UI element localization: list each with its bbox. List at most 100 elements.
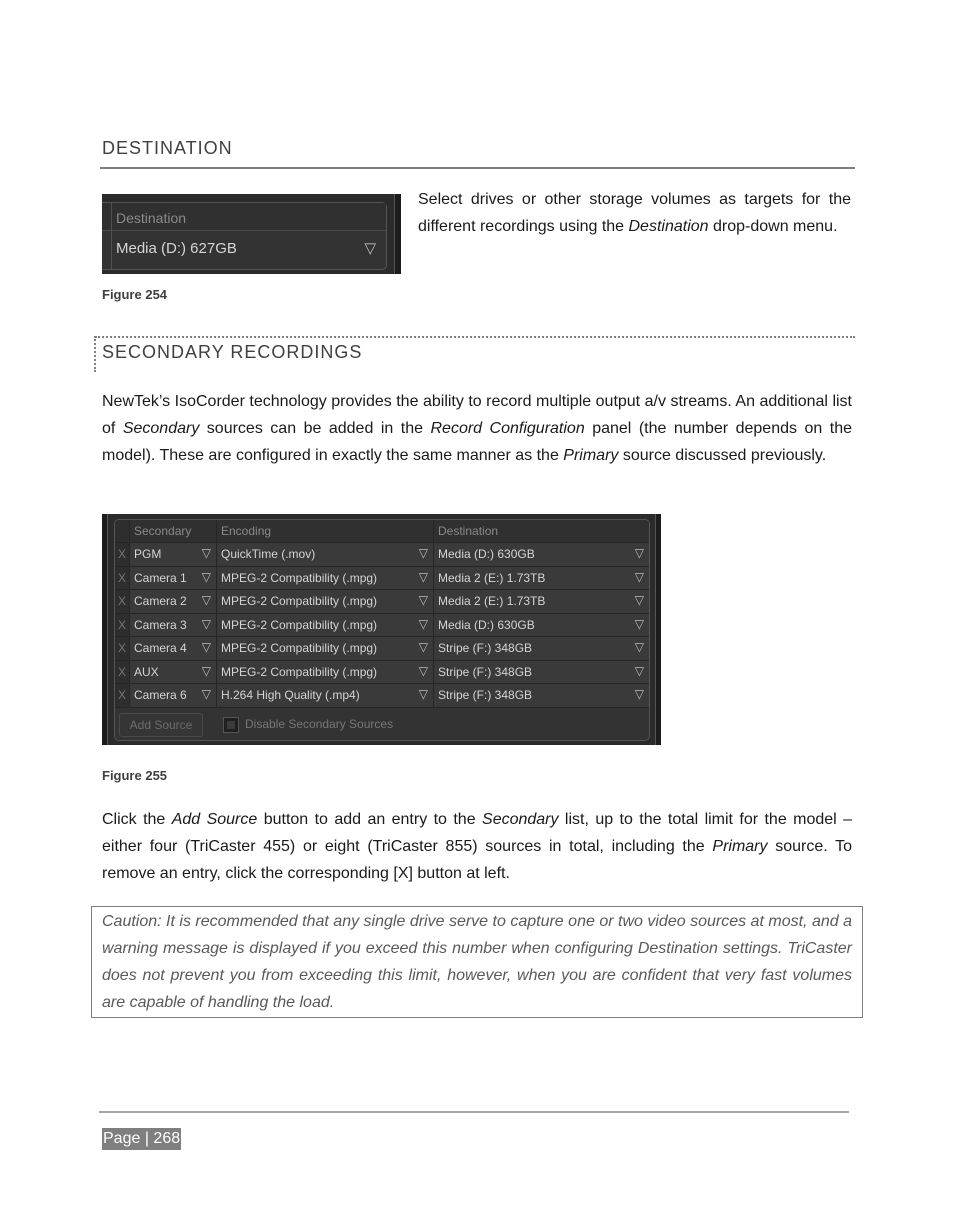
destination-header-label: Destination <box>116 210 187 226</box>
triangle-down-icon[interactable]: ▽ <box>419 640 428 654</box>
destination-value: Stripe (F:) 348GB <box>438 641 533 655</box>
triangle-down-icon[interactable]: ▽ <box>419 687 428 701</box>
figure-254-destination-panel: Destination Media (D:) 627GB ▽ <box>102 194 401 274</box>
emphasis-text: Secondary <box>122 420 200 437</box>
encoding-value: QuickTime (.mov) <box>221 547 316 561</box>
encoding-value: MPEG-2 Compatibility (.mpg) <box>221 664 378 679</box>
source-dropdown[interactable]: Camera 3 ▽ <box>130 613 217 636</box>
destination-dropdown[interactable]: Media 2 (E:) 1.73TB ▽ <box>434 567 649 590</box>
panel-edge-left <box>102 514 108 745</box>
source-dropdown[interactable]: Camera 4 ▽ <box>130 637 217 660</box>
destination-heading: DESTINATION <box>102 138 233 158</box>
triangle-down-icon[interactable]: ▽ <box>419 570 428 584</box>
triangle-down-icon[interactable]: ▽ <box>202 617 211 631</box>
triangle-down-icon[interactable]: ▽ <box>419 617 428 631</box>
emphasis-text: Add Source <box>171 811 258 828</box>
secondary-recordings-heading: SECONDARY RECORDINGS <box>102 342 363 362</box>
triangle-down-icon[interactable]: ▽ <box>635 570 644 584</box>
encoding-dropdown[interactable]: MPEG-2 Compatibility (.mpg) ▽ <box>217 590 434 613</box>
encoding-dropdown[interactable]: QuickTime (.mov) ▽ <box>217 543 434 566</box>
triangle-down-icon[interactable]: ▽ <box>635 664 644 678</box>
encoding-value: MPEG-2 Compatibility (.mpg) <box>221 570 378 585</box>
column-separator <box>111 203 112 269</box>
triangle-down-icon[interactable]: ▽ <box>419 664 428 678</box>
source-dropdown[interactable]: Camera 1 ▽ <box>130 566 217 589</box>
remove-source-button[interactable]: X <box>115 613 130 636</box>
remove-source-button[interactable]: X <box>115 590 130 613</box>
destination-value: Stripe (F:) 348GB <box>438 688 533 702</box>
secondary-panel: Secondary Encoding Destination X PGM ▽ Quic… <box>114 519 650 741</box>
triangle-down-icon[interactable]: ▽ <box>202 640 211 654</box>
caution-box: Caution: It is recommended that any sing… <box>91 906 863 1018</box>
triangle-down-icon[interactable]: ▽ <box>202 570 211 584</box>
remove-source-button[interactable]: X <box>115 543 130 566</box>
page-number: Page | 268 <box>102 1128 182 1150</box>
destination-dropdown[interactable]: Media (D:) 630GB ▽ <box>434 543 649 566</box>
triangle-down-icon[interactable]: ▽ <box>364 239 376 257</box>
table-row: X AUX ▽ MPEG-2 Compatibility (.mpg) ▽ Stripe … <box>115 660 649 684</box>
figure-255-secondary-table: Secondary Encoding Destination X PGM ▽ Quic… <box>102 514 661 745</box>
destination-dropdown-value: Media (D:) 627GB <box>116 240 237 257</box>
body-text: source discussed previously. <box>618 447 827 464</box>
source-value: Camera 2 <box>134 594 187 608</box>
source-dropdown[interactable]: Camera 2 ▽ <box>130 590 217 613</box>
destination-dropdown[interactable]: Stripe (F:) 348GB ▽ <box>434 684 649 707</box>
triangle-down-icon[interactable]: ▽ <box>202 546 211 560</box>
source-value: PGM <box>134 547 162 561</box>
triangle-down-icon[interactable]: ▽ <box>635 617 644 631</box>
disable-secondary-checkbox[interactable] <box>223 717 239 733</box>
add-source-paragraph: Click the Add Source button to add an en… <box>102 806 852 887</box>
remove-source-button[interactable]: X <box>115 637 130 660</box>
destination-value: Media (D:) 630GB <box>438 547 535 561</box>
destination-dropdown[interactable]: Stripe (F:) 348GB ▽ <box>434 637 649 660</box>
source-value: Camera 1 <box>134 570 187 585</box>
table-row: X Camera 3 ▽ MPEG-2 Compatibility (.mpg) ▽ Me… <box>115 613 649 637</box>
table-row: X Camera 2 ▽ MPEG-2 Compatibility (.mpg) ▽ Me… <box>115 590 649 614</box>
triangle-down-icon[interactable]: ▽ <box>635 687 644 701</box>
add-source-button[interactable]: Add Source <box>119 713 203 737</box>
destination-dropdown[interactable]: Media (D:) 630GB ▽ <box>434 614 649 637</box>
remove-source-button[interactable]: X <box>115 684 130 707</box>
triangle-down-icon[interactable]: ▽ <box>635 640 644 654</box>
triangle-down-icon[interactable]: ▽ <box>419 593 428 607</box>
remove-source-button[interactable]: X <box>115 566 130 589</box>
emphasis-text: Record Configuration <box>430 420 585 437</box>
triangle-down-icon[interactable]: ▽ <box>202 687 211 701</box>
header-blank <box>115 520 130 542</box>
destination-dropdown[interactable]: Stripe (F:) 348GB ▽ <box>434 661 649 684</box>
encoding-dropdown[interactable]: H.264 High Quality (.mp4) ▽ <box>217 684 434 707</box>
triangle-down-icon[interactable]: ▽ <box>202 664 211 678</box>
table-footer: Add Source Disable Secondary Sources <box>115 710 649 740</box>
destination-value: Media 2 (E:) 1.73TB <box>438 570 546 585</box>
source-value: Camera 4 <box>134 641 187 655</box>
encoding-value: MPEG-2 Compatibility (.mpg) <box>221 641 378 655</box>
encoding-dropdown[interactable]: MPEG-2 Compatibility (.mpg) ▽ <box>217 660 434 683</box>
triangle-down-icon[interactable]: ▽ <box>635 593 644 607</box>
triangle-down-icon[interactable]: ▽ <box>635 546 644 560</box>
triangle-down-icon[interactable]: ▽ <box>202 593 211 607</box>
remove-source-button[interactable]: X <box>115 660 130 683</box>
triangle-down-icon[interactable]: ▽ <box>419 546 428 560</box>
destination-value: Stripe (F:) 348GB <box>438 664 533 679</box>
source-value: Camera 3 <box>134 617 187 632</box>
emphasis-text: Secondary <box>482 811 559 828</box>
encoding-dropdown[interactable]: MPEG-2 Compatibility (.mpg) ▽ <box>217 613 434 636</box>
source-dropdown[interactable]: Camera 6 ▽ <box>130 684 217 707</box>
source-dropdown[interactable]: PGM ▽ <box>130 543 217 566</box>
section-dotted-border-left <box>94 336 96 372</box>
encoding-value: H.264 High Quality (.mp4) <box>221 688 360 702</box>
source-dropdown[interactable]: AUX ▽ <box>130 660 217 683</box>
figure-255-caption: Figure 255 <box>102 768 168 783</box>
encoding-dropdown[interactable]: MPEG-2 Compatibility (.mpg) ▽ <box>217 566 434 589</box>
encoding-dropdown[interactable]: MPEG-2 Compatibility (.mpg) ▽ <box>217 637 434 660</box>
heading-rule <box>100 167 855 169</box>
column-header-destination: Destination <box>438 524 499 538</box>
destination-value: Media 2 (E:) 1.73TB <box>438 594 546 608</box>
secondary-intro-paragraph: NewTek’s IsoCorder technology provides t… <box>102 388 852 469</box>
panel-edge <box>394 194 401 274</box>
body-text: sources can be added in the <box>199 420 431 437</box>
encoding-value: MPEG-2 Compatibility (.mpg) <box>221 594 378 608</box>
caution-text: Caution: It is recommended that any sing… <box>102 913 852 1011</box>
destination-dropdown[interactable]: Media 2 (E:) 1.73TB ▽ <box>434 590 649 613</box>
source-value: Camera 6 <box>134 688 187 702</box>
